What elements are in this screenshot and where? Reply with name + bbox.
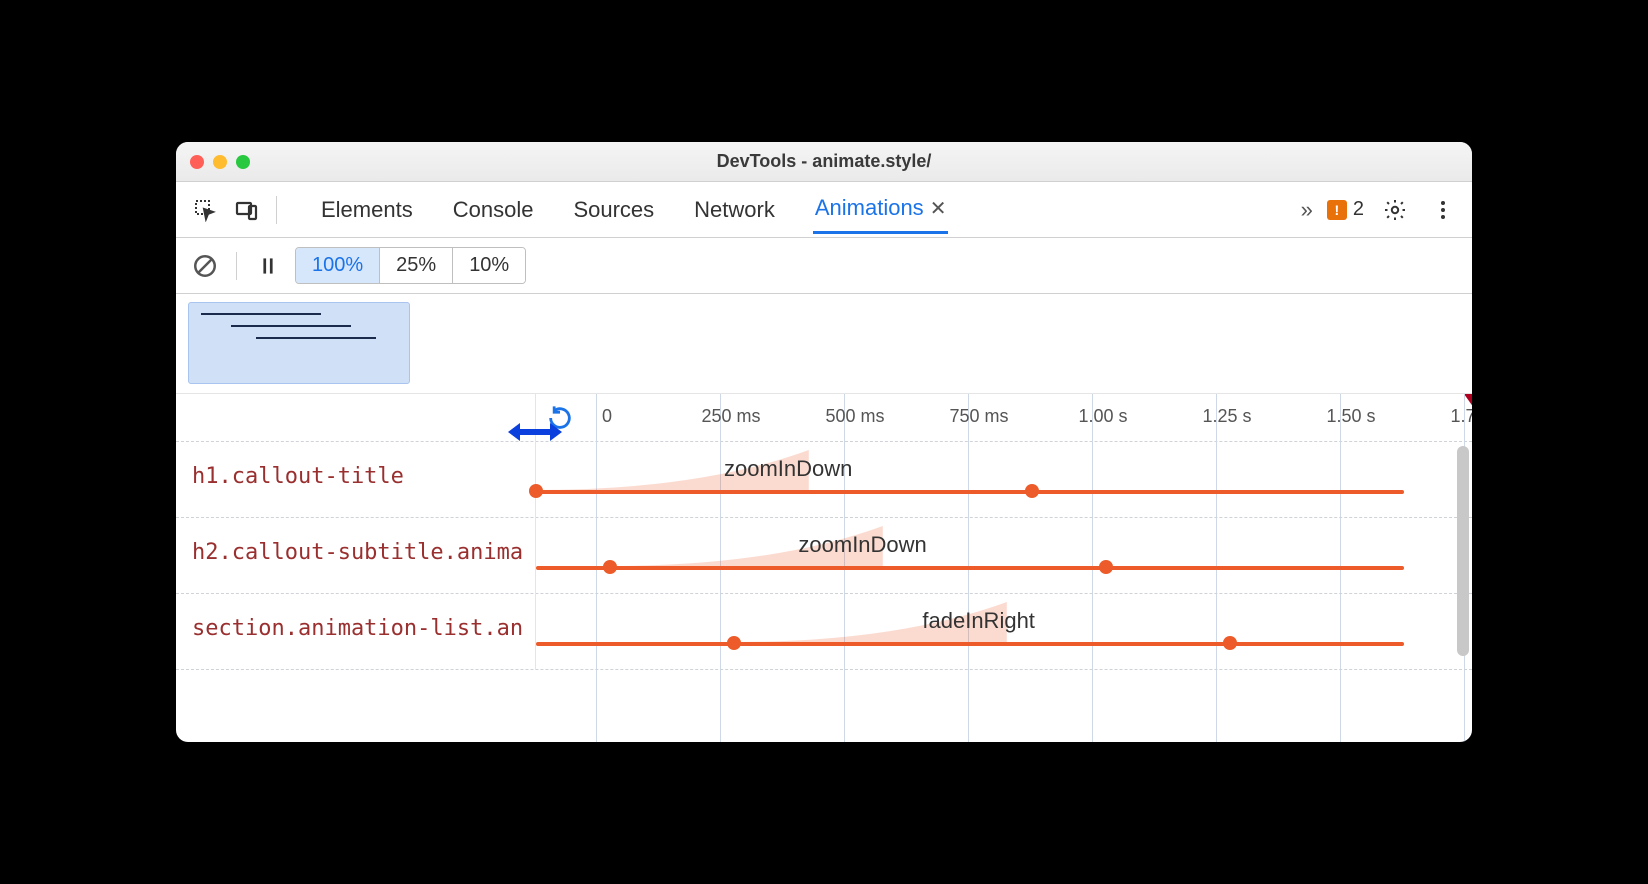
timeline: 0 250 ms 500 ms 750 ms 1.00 s 1.25 s 1.50 s 1.7…	[176, 394, 1472, 742]
labels-column-header	[176, 394, 536, 441]
toolbar-right: » ! 2	[1301, 193, 1460, 227]
speed-100[interactable]: 100%	[296, 248, 380, 283]
animation-track[interactable]: fadeInRight	[536, 594, 1472, 669]
keyframe-end[interactable]	[1223, 636, 1237, 650]
window-title: DevTools - animate.style/	[190, 151, 1458, 172]
animation-group-thumb[interactable]	[188, 302, 410, 384]
tick-label: 1.25 s	[1187, 406, 1267, 427]
animation-bar[interactable]	[536, 642, 1404, 646]
tab-network[interactable]: Network	[692, 185, 777, 234]
animation-track[interactable]: zoomInDown	[536, 442, 1472, 517]
tick-label: 0	[567, 406, 647, 427]
device-toolbar-icon[interactable]	[230, 193, 264, 227]
animation-bar[interactable]	[536, 566, 1404, 570]
close-tab-icon[interactable]: ✕	[930, 196, 947, 221]
keyframe-start[interactable]	[529, 484, 543, 498]
issues-badge[interactable]: ! 2	[1327, 198, 1364, 221]
element-selector[interactable]: section.animation-list.an	[176, 594, 536, 669]
separator	[276, 196, 277, 224]
warning-icon: !	[1327, 200, 1347, 220]
tab-animations[interactable]: Animations ✕	[813, 185, 949, 234]
animation-groups-strip	[176, 294, 1472, 394]
tick-label: 750 ms	[939, 406, 1019, 427]
main-toolbar: Elements Console Sources Network Animati…	[176, 182, 1472, 238]
element-selector[interactable]: h1.callout-title	[176, 442, 536, 517]
tab-elements[interactable]: Elements	[319, 185, 415, 234]
keyframe-start[interactable]	[603, 560, 617, 574]
ruler[interactable]: 0 250 ms 500 ms 750 ms 1.00 s 1.25 s 1.50 s 1.7…	[536, 394, 1472, 441]
pause-icon[interactable]	[251, 249, 285, 283]
separator	[236, 252, 237, 280]
animation-row[interactable]: h1.callout-title zoomInDown	[176, 442, 1472, 518]
issues-count: 2	[1353, 198, 1364, 221]
tick-label: 1.50 s	[1311, 406, 1391, 427]
tick-label: 500 ms	[815, 406, 895, 427]
tab-console[interactable]: Console	[451, 185, 536, 234]
keyframe-start[interactable]	[727, 636, 741, 650]
animation-controls: 100% 25% 10%	[176, 238, 1472, 294]
vertical-scrollbar[interactable]	[1457, 446, 1469, 656]
playback-speed-group: 100% 25% 10%	[295, 247, 526, 284]
tick-label: 1.75 s	[1435, 406, 1472, 427]
animation-name: zoomInDown	[798, 532, 926, 558]
keyframe-end[interactable]	[1025, 484, 1039, 498]
clear-icon[interactable]	[188, 249, 222, 283]
animation-name: fadeInRight	[922, 608, 1035, 634]
titlebar[interactable]: DevTools - animate.style/	[176, 142, 1472, 182]
keyframe-end[interactable]	[1099, 560, 1113, 574]
animation-track[interactable]: zoomInDown	[536, 518, 1472, 593]
speed-10[interactable]: 10%	[453, 248, 525, 283]
devtools-window: DevTools - animate.style/ Elements Conso…	[176, 142, 1472, 742]
tick-label: 250 ms	[691, 406, 771, 427]
more-tabs-icon[interactable]: »	[1301, 197, 1313, 223]
animation-row[interactable]: section.animation-list.an fadeInRight	[176, 594, 1472, 670]
tab-animations-label: Animations	[815, 195, 924, 221]
tab-sources[interactable]: Sources	[571, 185, 656, 234]
animation-row[interactable]: h2.callout-subtitle.anima zoomInDown	[176, 518, 1472, 594]
panel-tabs: Elements Console Sources Network Animati…	[319, 185, 948, 234]
settings-icon[interactable]	[1378, 193, 1412, 227]
animation-bar[interactable]	[536, 490, 1404, 494]
tick-label: 1.00 s	[1063, 406, 1143, 427]
kebab-menu-icon[interactable]	[1426, 193, 1460, 227]
speed-25[interactable]: 25%	[380, 248, 453, 283]
inspect-element-icon[interactable]	[188, 193, 222, 227]
element-selector[interactable]: h2.callout-subtitle.anima	[176, 518, 536, 593]
timeline-header: 0 250 ms 500 ms 750 ms 1.00 s 1.25 s 1.50 s 1.7…	[176, 394, 1472, 442]
animation-rows: h1.callout-titlezoomInDownh2.callout-sub…	[176, 442, 1472, 670]
scrub-handle-icon[interactable]	[506, 420, 564, 449]
animation-name: zoomInDown	[724, 456, 852, 482]
